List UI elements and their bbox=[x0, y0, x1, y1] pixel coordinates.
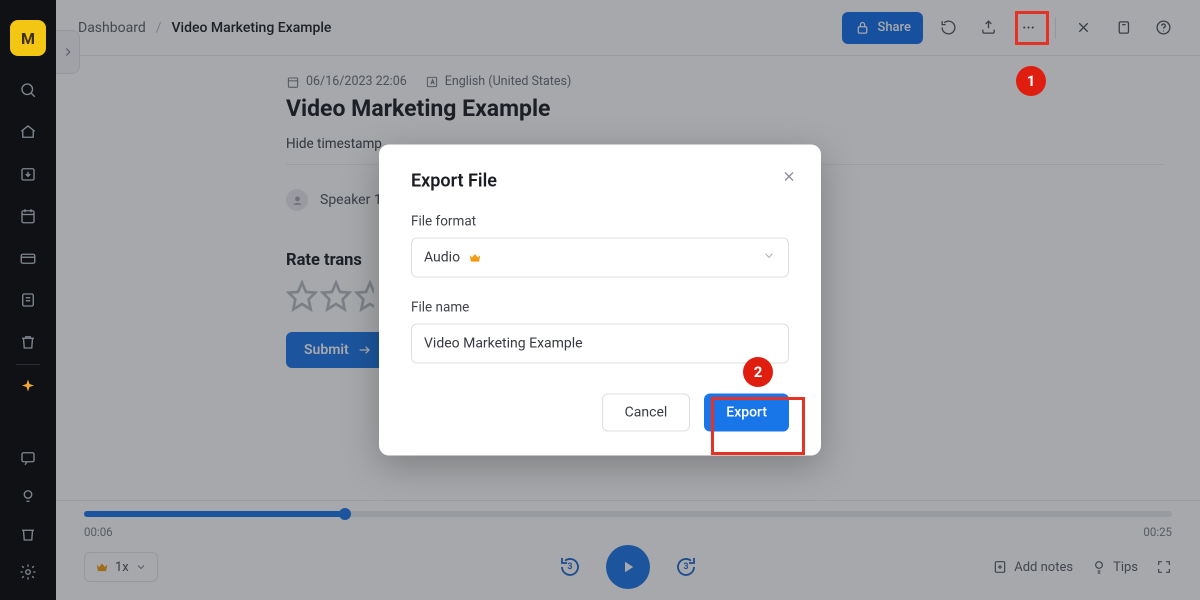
modal-close-button[interactable] bbox=[777, 165, 801, 189]
trash-icon[interactable] bbox=[18, 332, 38, 352]
sidebar: M bbox=[0, 0, 56, 600]
chevron-down-icon bbox=[762, 249, 776, 267]
home-icon[interactable] bbox=[18, 122, 38, 142]
settings-icon[interactable] bbox=[18, 562, 38, 582]
chat-icon[interactable] bbox=[18, 448, 38, 468]
export-modal: Export File File format Audio File name … bbox=[379, 145, 821, 456]
cancel-button[interactable]: Cancel bbox=[602, 394, 691, 432]
lightbulb-icon[interactable] bbox=[18, 486, 38, 506]
ai-sparkle-icon[interactable] bbox=[18, 377, 38, 397]
search-icon[interactable] bbox=[18, 80, 38, 100]
trash2-icon[interactable] bbox=[18, 524, 38, 544]
file-name-input[interactable] bbox=[424, 325, 776, 363]
wallet-icon[interactable] bbox=[18, 248, 38, 268]
file-name-field[interactable] bbox=[411, 324, 789, 364]
annotation-number-1: 1 bbox=[1016, 66, 1046, 96]
note-icon[interactable] bbox=[18, 290, 38, 310]
file-format-value: Audio bbox=[424, 250, 460, 266]
export-confirm-button[interactable]: Export bbox=[704, 394, 789, 432]
avatar[interactable]: M bbox=[10, 20, 46, 56]
modal-title: Export File bbox=[411, 171, 789, 192]
calendar-icon[interactable] bbox=[18, 206, 38, 226]
file-name-label: File name bbox=[411, 300, 789, 316]
annotation-number-2: 2 bbox=[743, 357, 773, 387]
file-format-label: File format bbox=[411, 214, 789, 230]
import-icon[interactable] bbox=[18, 164, 38, 184]
file-format-select[interactable]: Audio bbox=[411, 238, 789, 278]
crown-icon bbox=[468, 251, 482, 265]
